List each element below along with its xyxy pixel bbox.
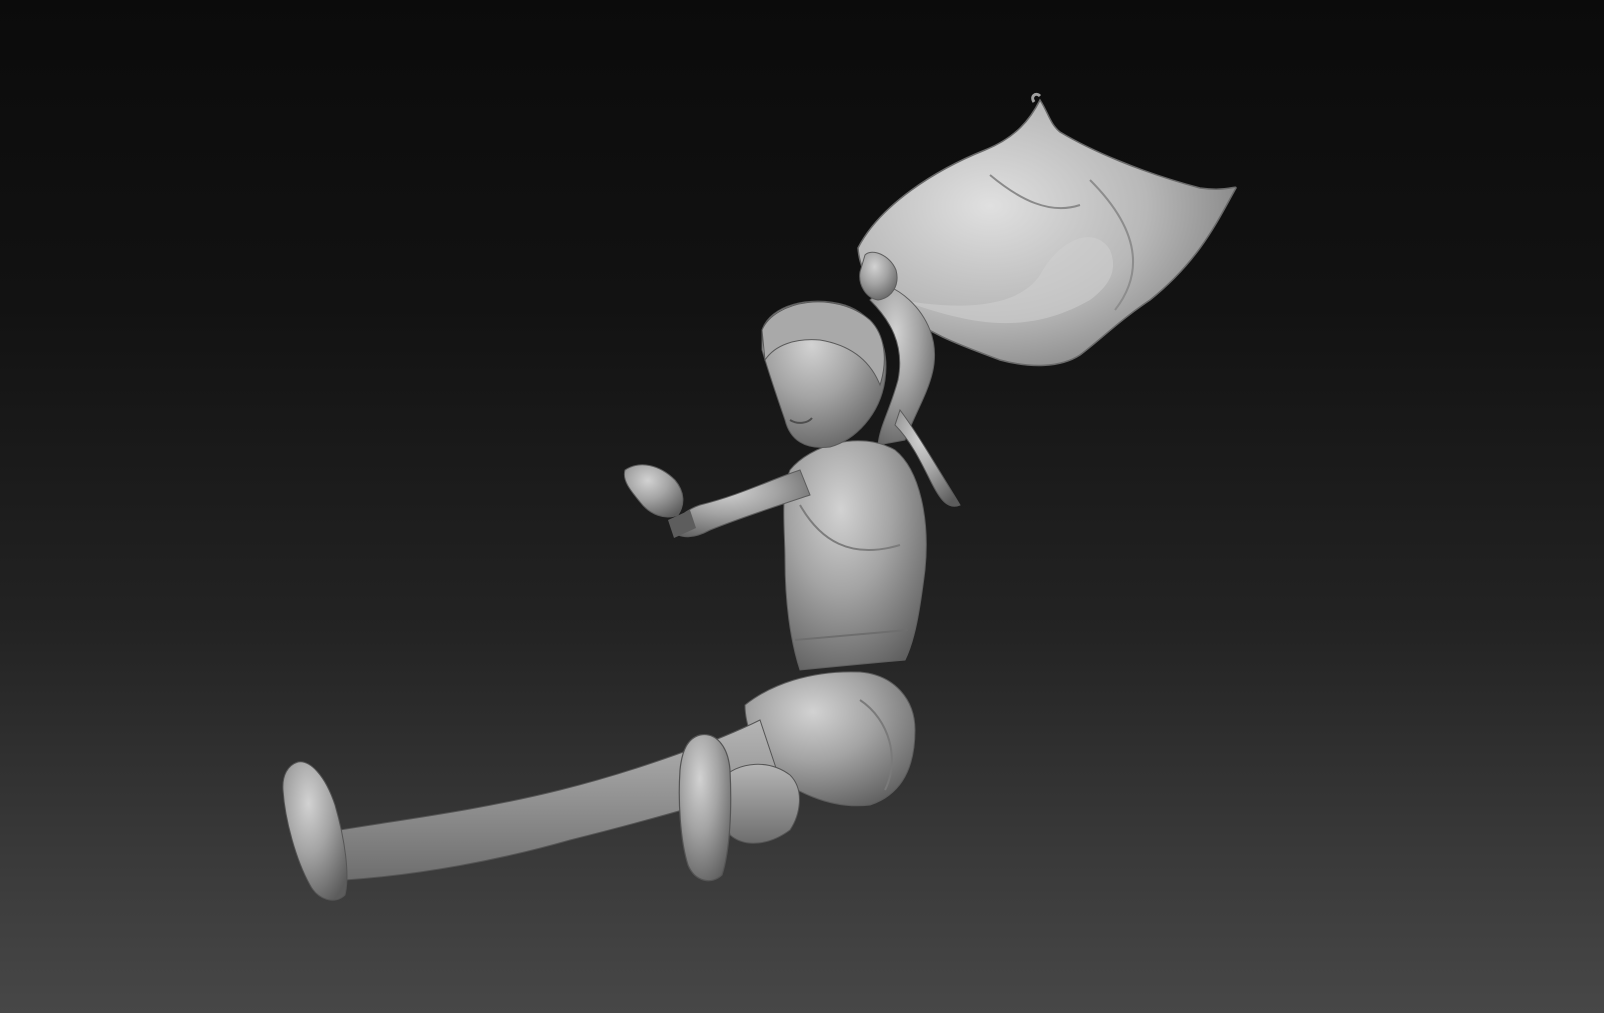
torso <box>783 440 927 671</box>
extended-arm <box>623 464 811 538</box>
head <box>761 300 887 449</box>
sculpted-figure-model[interactable] <box>0 0 1604 1013</box>
sculpt-viewport[interactable] <box>0 0 1604 1013</box>
